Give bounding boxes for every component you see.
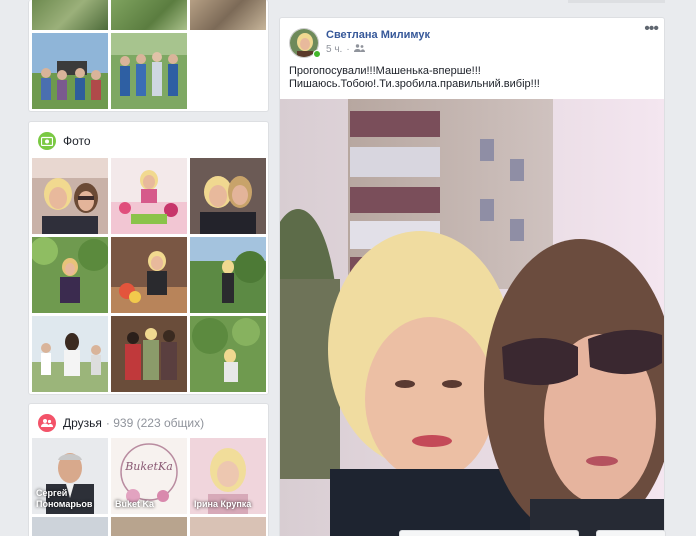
photo-thumb[interactable] [111,237,187,313]
chat-tab[interactable] [596,530,666,536]
friend-tile[interactable] [32,517,108,536]
photo-thumb[interactable] [111,316,187,392]
photo-thumb[interactable] [111,158,187,234]
post-timestamp[interactable]: 5 ч. [326,44,342,55]
album-photo[interactable] [111,0,187,30]
online-indicator [313,50,321,58]
post-text-line: Прогопосували!!!Машенька-вперше!!! [289,65,481,77]
friend-name[interactable]: Ірина Крупка [194,499,251,510]
friend-tile[interactable]: Ірина Крупка [190,438,266,514]
post-text: Прогопосували!!!Машенька-вперше!!! Пишаю… [289,65,659,91]
friends-title: Друзья [63,416,102,430]
album-photo[interactable] [32,0,108,30]
friends-audience-icon[interactable] [353,44,365,55]
friend-name[interactable]: Buket Ka [115,499,154,510]
friends-header[interactable]: Друзья · 939 (223 общих) [38,413,204,433]
photo-thumb[interactable] [190,316,266,392]
album-photo[interactable] [111,33,187,109]
photo-thumb[interactable] [32,316,108,392]
chat-tab[interactable] [399,530,579,536]
friend-name[interactable]: Сергей Пономарьов [36,488,104,510]
photo-icon [38,132,56,150]
photo-thumb[interactable] [190,237,266,313]
meta-separator: · [346,44,350,55]
photos-card: Фото [28,121,269,395]
friend-tile[interactable] [111,517,187,536]
album-photo[interactable] [190,0,266,30]
photo-thumb[interactable] [32,237,108,313]
photos-header[interactable]: Фото [38,131,91,151]
post-meta: 5 ч. · [326,44,365,55]
post-card: Светлана Милимук 5 ч. · ••• Прогопосувал… [279,17,665,536]
post-author-name[interactable]: Светлана Милимук [326,29,430,41]
album-photo-grid [28,0,269,112]
friends-icon [38,414,56,432]
friends-count: · 939 (223 общих) [105,416,205,430]
friend-tile[interactable]: Сергей Пономарьов [32,438,108,514]
svg-text:BuketKa: BuketKa [124,460,173,473]
photo-thumb[interactable] [32,158,108,234]
post-text-line: Пишаюсь.Тобою!.Ти.зробила.правильний.виб… [289,78,540,90]
photo-thumb[interactable] [190,158,266,234]
friend-tile[interactable] [190,517,266,536]
more-options-icon[interactable]: ••• [644,21,659,37]
friend-tile[interactable]: BuketKa Buket Ka [111,438,187,514]
photos-title: Фото [63,134,91,148]
post-photo[interactable] [280,99,664,536]
friends-card: Друзья · 939 (223 общих) Сергей Пономарь… [28,403,269,536]
top-divider [568,0,665,3]
album-photo[interactable] [32,33,108,109]
